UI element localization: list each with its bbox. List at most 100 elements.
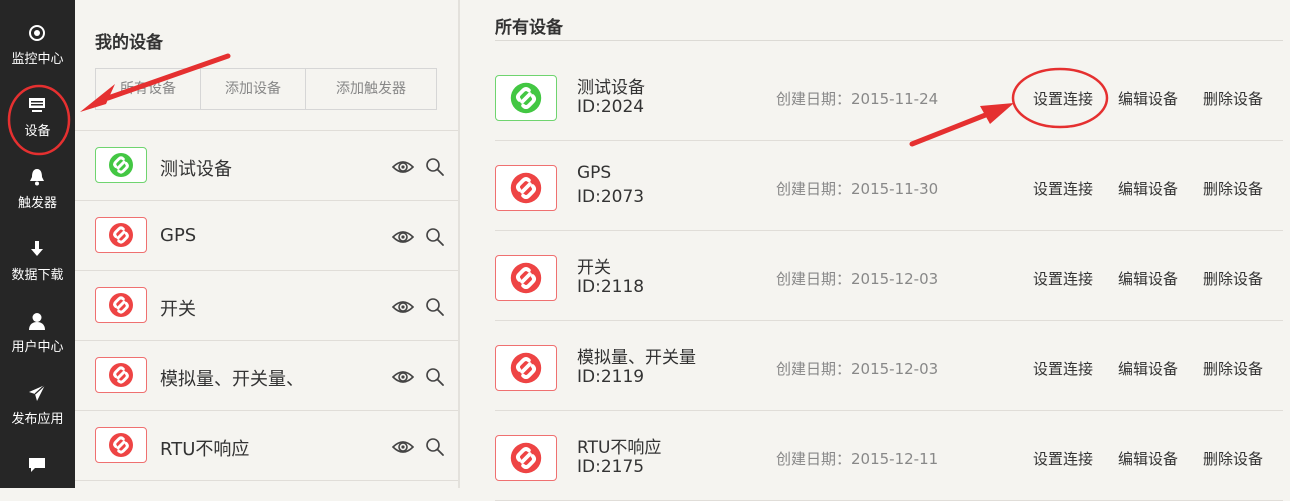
edit-device-button[interactable]: 编辑设备 (1118, 448, 1178, 469)
device-name: 模拟量、开关量 (577, 348, 696, 368)
tab-add-trigger[interactable]: 添加触发器 (306, 69, 436, 109)
sidebar-item-label: 发布应用 (11, 412, 64, 427)
list-item[interactable]: GPS (75, 201, 458, 271)
edit-device-button[interactable]: 编辑设备 (1118, 358, 1178, 379)
device-logo (95, 147, 147, 183)
delete-device-button[interactable]: 删除设备 (1203, 268, 1263, 289)
device-logo (495, 435, 557, 481)
device-name: RTU不响应 (160, 439, 250, 460)
tab-all-devices[interactable]: 所有设备 (96, 69, 201, 109)
divider (495, 40, 1283, 41)
sidebar-item-data-download[interactable]: 数据下载 (0, 226, 75, 298)
device-logo (495, 75, 557, 121)
device-logo (495, 255, 557, 301)
sidebar-item-triggers[interactable]: 触发器 (0, 154, 75, 226)
sidebar-item-label: 监控中心 (11, 52, 64, 67)
set-connection-button[interactable]: 设置连接 (1033, 358, 1093, 379)
device-logo (95, 217, 147, 253)
search-icon[interactable] (425, 157, 445, 177)
edit-device-button[interactable]: 编辑设备 (1118, 268, 1178, 289)
link-online-icon (109, 153, 133, 177)
paper-plane-icon (29, 384, 46, 401)
device-logo (495, 165, 557, 211)
device-logo (495, 345, 557, 391)
device-name: 开关 (160, 299, 196, 320)
device-name: 测试设备 (577, 78, 645, 98)
search-icon[interactable] (425, 367, 445, 387)
monitor-icon (29, 98, 45, 112)
list-item[interactable]: 开关 (75, 271, 458, 341)
link-offline-icon (109, 363, 133, 387)
link-online-icon (510, 82, 542, 114)
device-name: GPS (577, 163, 612, 183)
link-offline-icon (510, 262, 542, 294)
table-row: 测试设备 ID:2024 创建日期：2015-11-24 设置连接 编辑设备 删除设备 (495, 51, 1283, 141)
tab-add-device[interactable]: 添加设备 (201, 69, 306, 109)
all-devices-title: 所有设备 (495, 18, 563, 38)
bell-icon (30, 169, 44, 186)
created-date: 创建日期：2015-12-03 (776, 270, 939, 288)
created-date: 创建日期：2015-12-11 (776, 450, 939, 468)
device-name: GPS (160, 225, 197, 246)
eye-icon[interactable] (392, 159, 414, 175)
device-id: ID:2175 (577, 457, 645, 477)
delete-device-button[interactable]: 删除设备 (1203, 88, 1263, 109)
link-offline-icon (109, 223, 133, 247)
link-offline-icon (510, 172, 542, 204)
created-date: 创建日期：2015-11-30 (776, 180, 939, 198)
search-icon[interactable] (425, 297, 445, 317)
delete-device-button[interactable]: 删除设备 (1203, 178, 1263, 199)
edit-device-button[interactable]: 编辑设备 (1118, 88, 1178, 109)
delete-device-button[interactable]: 删除设备 (1203, 358, 1263, 379)
created-date: 创建日期：2015-12-03 (776, 360, 939, 378)
sidebar-item-devices[interactable]: 设备 (0, 82, 75, 154)
edit-device-button[interactable]: 编辑设备 (1118, 178, 1178, 199)
sidebar-item-messages[interactable] (0, 442, 75, 488)
sidebar-item-label: 触发器 (17, 196, 57, 211)
device-id: ID:2119 (577, 367, 645, 387)
chat-bubble-icon (29, 458, 45, 472)
sidebar: 监控中心 设备 触发器 数据下载 用户中心 发布应用 (0, 0, 75, 488)
link-offline-icon (109, 293, 133, 317)
set-connection-button[interactable]: 设置连接 (1033, 88, 1093, 109)
set-connection-button[interactable]: 设置连接 (1033, 448, 1093, 469)
search-icon[interactable] (425, 437, 445, 457)
device-id: ID:2118 (577, 277, 645, 297)
device-name: 开关 (577, 258, 611, 278)
set-connection-button[interactable]: 设置连接 (1033, 178, 1093, 199)
device-name: RTU不响应 (577, 438, 662, 458)
created-date: 创建日期：2015-11-24 (776, 90, 939, 108)
sidebar-item-label: 数据下载 (11, 268, 64, 283)
eye-icon[interactable] (392, 369, 414, 385)
sidebar-item-publish-app[interactable]: 发布应用 (0, 370, 75, 442)
device-id: ID:2024 (577, 97, 645, 117)
table-row: 开关 ID:2118 创建日期：2015-12-03 设置连接 编辑设备 删除设备 (495, 231, 1283, 321)
device-logo (95, 427, 147, 463)
my-devices-panel: 我的设备 所有设备 添加设备 添加触发器 测试设备 GPS 开关 模拟量、开关量、 RT… (75, 0, 458, 488)
download-arrow-icon (31, 241, 43, 256)
sidebar-item-user-center[interactable]: 用户中心 (0, 298, 75, 370)
delete-device-button[interactable]: 删除设备 (1203, 448, 1263, 469)
sidebar-item-label: 设备 (24, 124, 51, 139)
search-icon[interactable] (425, 227, 445, 247)
device-logo (95, 357, 147, 393)
link-offline-icon (510, 352, 542, 384)
device-tab-group: 所有设备 添加设备 添加触发器 (95, 68, 437, 110)
link-offline-icon (109, 433, 133, 457)
list-item[interactable]: RTU不响应 (75, 411, 458, 481)
set-connection-button[interactable]: 设置连接 (1033, 268, 1093, 289)
eye-icon[interactable] (392, 439, 414, 455)
device-name: 模拟量、开关量、 (160, 369, 304, 390)
eye-icon[interactable] (392, 229, 414, 245)
device-id: ID:2073 (577, 187, 645, 207)
all-devices-panel: 所有设备 测试设备 ID:2024 创建日期：2015-11-24 设置连接 编辑设备删… (460, 0, 1290, 501)
eye-icon[interactable] (392, 299, 414, 315)
list-item[interactable]: 模拟量、开关量、 (75, 341, 458, 411)
device-logo (95, 287, 147, 323)
table-row: GPS ID:2073 创建日期：2015-11-30 设置连接 编辑设备 删除设备 (495, 141, 1283, 231)
target-icon (29, 25, 45, 41)
user-icon (29, 313, 45, 330)
list-item[interactable]: 测试设备 (75, 131, 458, 201)
table-row: 模拟量、开关量 ID:2119 创建日期：2015-12-03 设置连接 编辑设备 删除设… (495, 321, 1283, 411)
sidebar-item-monitor-center[interactable]: 监控中心 (0, 10, 75, 82)
